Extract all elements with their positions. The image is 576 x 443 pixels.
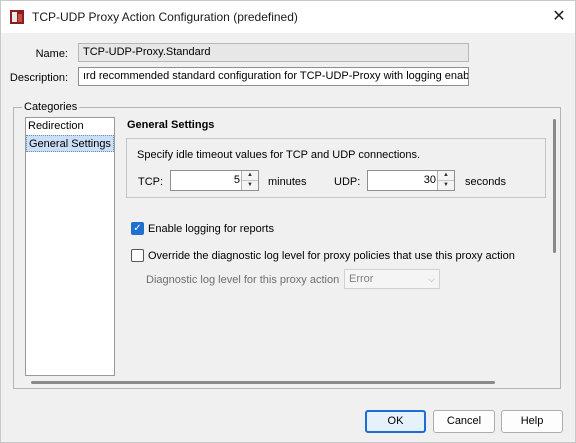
ok-button[interactable]: OK: [365, 410, 426, 433]
description-field[interactable]: ırd recommended standard configuration f…: [78, 67, 469, 86]
udp-spin-buttons: ▲ ▼: [437, 171, 454, 190]
vertical-scrollbar[interactable]: [551, 117, 558, 376]
enable-logging-checkbox[interactable]: ✓: [131, 222, 144, 235]
spin-up-icon[interactable]: ▲: [438, 171, 454, 181]
tcp-label: TCP:: [138, 176, 164, 188]
override-log-level-label[interactable]: Override the diagnostic log level for pr…: [148, 250, 515, 262]
window-title: TCP-UDP Proxy Action Configuration (pred…: [32, 10, 298, 24]
diagnostic-log-level-select[interactable]: Error ⌵: [344, 269, 440, 289]
name-label: Name:: [35, 48, 68, 60]
categories-legend: Categories: [22, 101, 80, 113]
close-icon[interactable]: ✕: [543, 1, 575, 33]
cancel-button[interactable]: Cancel: [433, 410, 495, 433]
tcp-spin-buttons: ▲ ▼: [241, 171, 258, 190]
section-title: General Settings: [127, 119, 215, 131]
check-icon: ✓: [133, 223, 142, 234]
udp-label: UDP:: [334, 176, 361, 188]
udp-timeout-value: 30: [423, 174, 436, 186]
title-bar[interactable]: TCP-UDP Proxy Action Configuration (pred…: [1, 1, 575, 33]
description-label: Description:: [9, 72, 68, 84]
horizontal-scrollbar[interactable]: [25, 378, 555, 386]
vertical-scroll-thumb[interactable]: [553, 119, 556, 253]
tcp-unit-label: minutes: [268, 176, 307, 188]
udp-timeout-spinner[interactable]: 30 ▲ ▼: [367, 170, 455, 191]
help-button[interactable]: Help: [501, 410, 563, 433]
categories-list[interactable]: Redirection General Settings: [25, 117, 115, 376]
chevron-down-icon: ⌵: [428, 274, 435, 284]
spin-down-icon[interactable]: ▼: [438, 181, 454, 190]
tcp-timeout-spinner[interactable]: 5 ▲ ▼: [170, 170, 259, 191]
timeout-description: Specify idle timeout values for TCP and …: [137, 149, 421, 161]
diagnostic-log-level-label: Diagnostic log level for this proxy acti…: [146, 274, 340, 286]
override-log-level-checkbox[interactable]: [131, 249, 144, 262]
tcp-timeout-value: 5: [233, 174, 240, 186]
horizontal-scroll-thumb[interactable]: [31, 381, 495, 384]
category-item-redirection[interactable]: Redirection: [26, 118, 114, 135]
category-item-general-settings[interactable]: General Settings: [26, 135, 114, 152]
spin-up-icon[interactable]: ▲: [242, 171, 258, 181]
name-field[interactable]: TCP-UDP-Proxy.Standard: [78, 43, 469, 62]
app-icon: [10, 10, 24, 24]
enable-logging-label[interactable]: Enable logging for reports: [148, 223, 274, 235]
diagnostic-log-level-value: Error: [349, 273, 374, 285]
udp-unit-label: seconds: [465, 176, 506, 188]
spin-down-icon[interactable]: ▼: [242, 181, 258, 190]
